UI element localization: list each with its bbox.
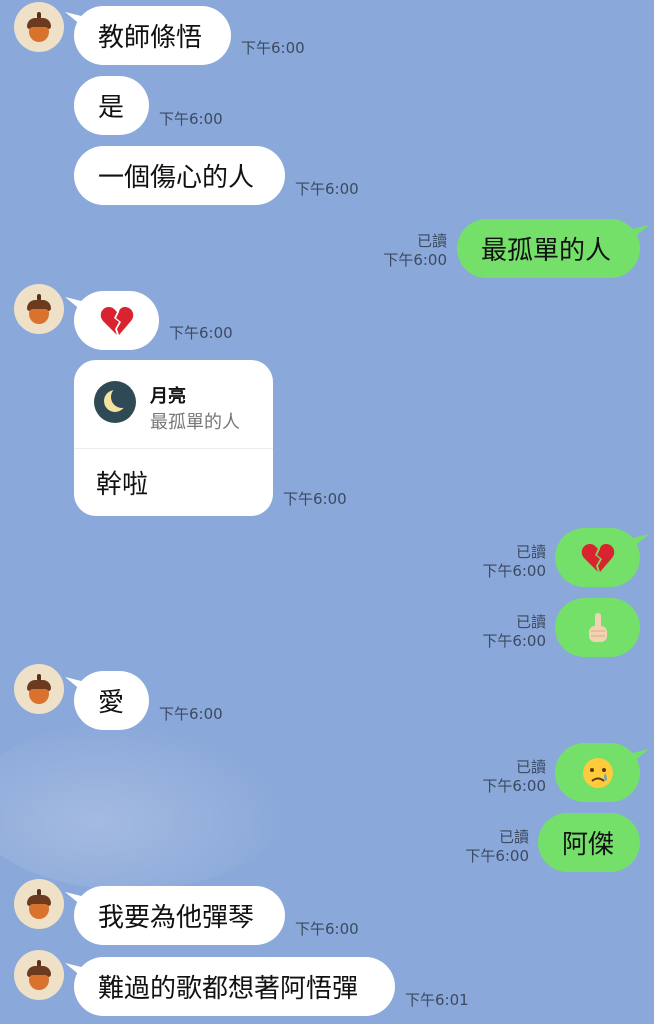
message-bubble[interactable]: 最孤單的人: [457, 219, 640, 278]
message-time: 下午6:00: [159, 705, 223, 723]
message-time: 下午6:00: [159, 110, 223, 128]
broken-heart-icon: [100, 306, 133, 335]
acorn-icon: [27, 294, 51, 324]
read-receipt: 已讀 下午6:00: [360, 232, 447, 270]
message-text: 難過的歌都想著阿悟彈: [98, 974, 359, 1004]
message-bubble[interactable]: 教師條悟: [74, 6, 231, 65]
message-text: 愛: [98, 688, 125, 718]
message-time: 下午6:00: [241, 39, 305, 57]
message-time: 下午6:00: [482, 562, 546, 580]
message-time: 下午6:01: [405, 991, 469, 1009]
message-text: 是: [98, 93, 125, 123]
message-bubble[interactable]: 一個傷心的人: [74, 146, 285, 205]
read-label: 已讀: [416, 232, 447, 250]
read-receipt: 已讀 下午6:00: [460, 543, 546, 581]
avatar[interactable]: [14, 2, 64, 52]
read-label: 已讀: [515, 758, 546, 776]
moon-icon: [94, 381, 136, 423]
message-bubble[interactable]: [555, 743, 640, 802]
read-receipt: 已讀 下午6:00: [460, 613, 546, 651]
read-label: 已讀: [515, 543, 546, 561]
message-bubble[interactable]: [74, 291, 159, 350]
crying-face-icon: [582, 757, 613, 788]
acorn-icon: [27, 674, 51, 704]
middle-finger-icon: [588, 612, 607, 642]
message-text: 我要為他彈琴: [98, 903, 255, 933]
quoted-sender: 月亮: [150, 386, 186, 407]
quoted-message[interactable]: 月亮 最孤單的人: [74, 360, 273, 449]
message-time: 下午6:00: [383, 251, 447, 269]
message-time: 下午6:00: [295, 180, 359, 198]
read-label: 已讀: [498, 828, 529, 846]
avatar[interactable]: [14, 664, 64, 714]
quoted-text: 最孤單的人: [150, 412, 240, 433]
avatar[interactable]: [14, 284, 64, 334]
message-bubble[interactable]: 愛: [74, 671, 149, 730]
background-cloud: [0, 720, 290, 890]
message-bubble[interactable]: 我要為他彈琴: [74, 886, 285, 945]
message-time: 下午6:00: [482, 777, 546, 795]
message-text: 教師條悟: [98, 23, 203, 53]
read-label: 已讀: [515, 613, 546, 631]
message-time: 下午6:00: [283, 490, 347, 508]
message-time: 下午6:00: [295, 920, 359, 938]
message-text: 阿傑: [562, 830, 615, 860]
message-bubble[interactable]: 難過的歌都想著阿悟彈: [74, 957, 395, 1016]
message-time: 下午6:00: [482, 632, 546, 650]
message-text: 幹啦: [96, 470, 149, 500]
message-time: 下午6:00: [169, 324, 233, 342]
message-bubble[interactable]: [555, 528, 640, 587]
read-receipt: 已讀 下午6:00: [460, 758, 546, 796]
message-time: 下午6:00: [465, 847, 529, 865]
message-bubble[interactable]: 是: [74, 76, 149, 135]
avatar[interactable]: [14, 879, 64, 929]
message-bubble[interactable]: [555, 598, 640, 657]
read-receipt: 已讀 下午6:00: [440, 828, 529, 866]
acorn-icon: [27, 960, 51, 990]
acorn-icon: [27, 889, 51, 919]
avatar[interactable]: [14, 950, 64, 1000]
message-bubble[interactable]: 阿傑: [538, 813, 640, 872]
message-text: 一個傷心的人: [98, 163, 255, 193]
message-text: 最孤單的人: [481, 236, 612, 266]
reply-message-card[interactable]: 月亮 最孤單的人 幹啦: [74, 360, 273, 516]
acorn-icon: [27, 12, 51, 42]
broken-heart-icon: [581, 543, 614, 572]
